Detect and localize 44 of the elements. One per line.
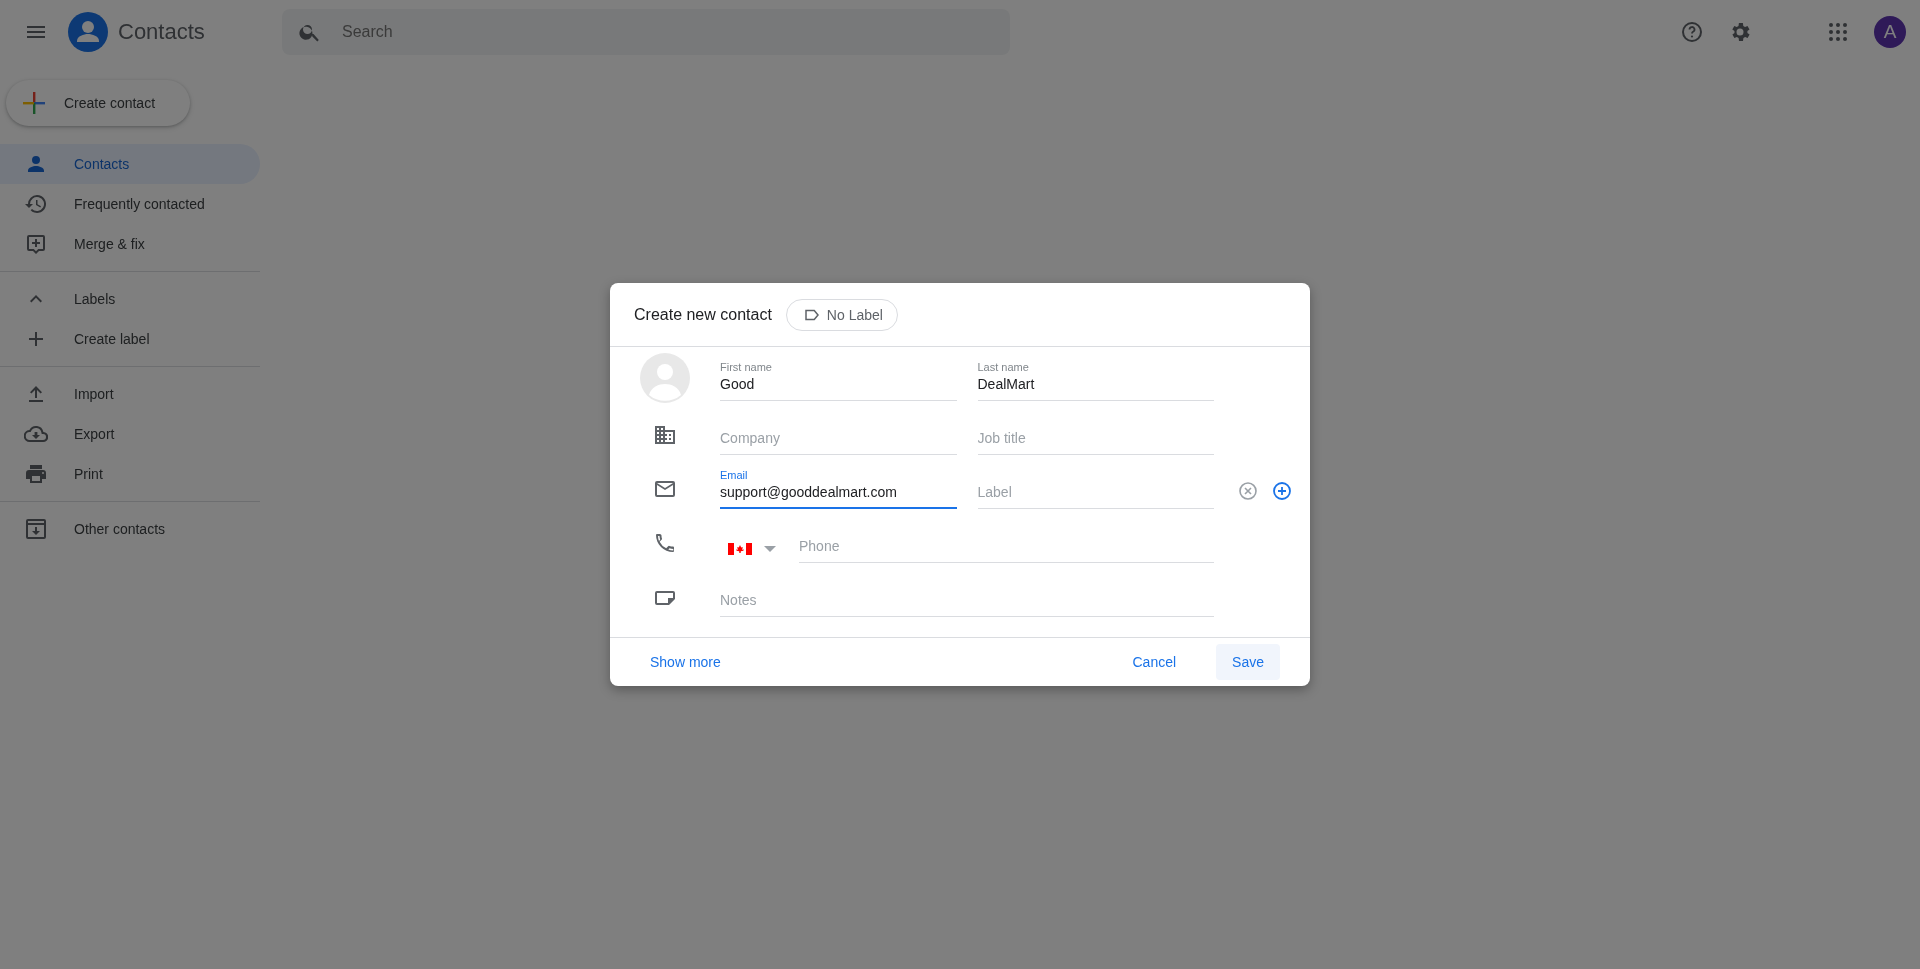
sidebar-item[interactable]: Merge & fix (0, 224, 260, 264)
field-label: Email (720, 469, 749, 482)
plus-icon (22, 91, 46, 115)
add-icon[interactable] (1270, 479, 1294, 503)
contacts-logo-icon (68, 12, 108, 52)
create-contact-button[interactable]: Create contact (6, 80, 190, 126)
merge-icon (24, 232, 48, 256)
input-field[interactable]: Label (977, 482, 1214, 509)
account-avatar[interactable]: A (1874, 16, 1906, 48)
sidebar-item[interactable]: Create label (0, 319, 260, 359)
history-icon (24, 192, 48, 216)
building-icon (653, 423, 677, 447)
dialog-title: Create new contact (634, 305, 772, 324)
apps-grid-icon[interactable] (1826, 20, 1850, 44)
dialog-button[interactable]: Save (1216, 644, 1280, 680)
input-field[interactable]: DealMart (977, 374, 1214, 401)
label-chip[interactable]: No Label (785, 298, 898, 331)
remove-icon[interactable] (1236, 479, 1260, 503)
sidebar-item[interactable]: Export (0, 414, 260, 454)
input-field[interactable]: support@gooddealmart.com (720, 482, 957, 509)
search-input[interactable]: Search (340, 22, 998, 42)
archive-icon (24, 517, 48, 541)
flag-icon (728, 543, 752, 555)
field-label: Last name (977, 361, 1030, 374)
search-field[interactable]: Search (282, 9, 1010, 55)
input-field[interactable]: Notes (720, 590, 1214, 617)
help-icon[interactable] (1680, 20, 1704, 44)
printer-icon (24, 462, 48, 486)
sidebar-item[interactable]: Print (0, 454, 260, 494)
dropdown-arrow-icon (764, 546, 776, 552)
field-label: First name (720, 361, 773, 374)
sidebar-item[interactable]: Import (0, 374, 260, 414)
show-more-link[interactable]: Show more (642, 644, 729, 680)
dialog-button[interactable]: Cancel (1116, 644, 1193, 680)
input-field[interactable]: Company (720, 428, 957, 455)
input-field[interactable]: Phone (799, 536, 1214, 563)
sidebar-item[interactable]: Frequently contacted (0, 184, 260, 224)
sidebar-item[interactable]: Other contacts (0, 509, 260, 549)
sidebar-item[interactable]: Contacts (0, 144, 260, 184)
phone-icon (653, 531, 677, 555)
input-field[interactable]: Good (720, 374, 957, 401)
input-field[interactable]: Job title (977, 428, 1214, 455)
app-title: Contacts (118, 19, 205, 45)
labels-header[interactable]: Labels (0, 279, 260, 319)
